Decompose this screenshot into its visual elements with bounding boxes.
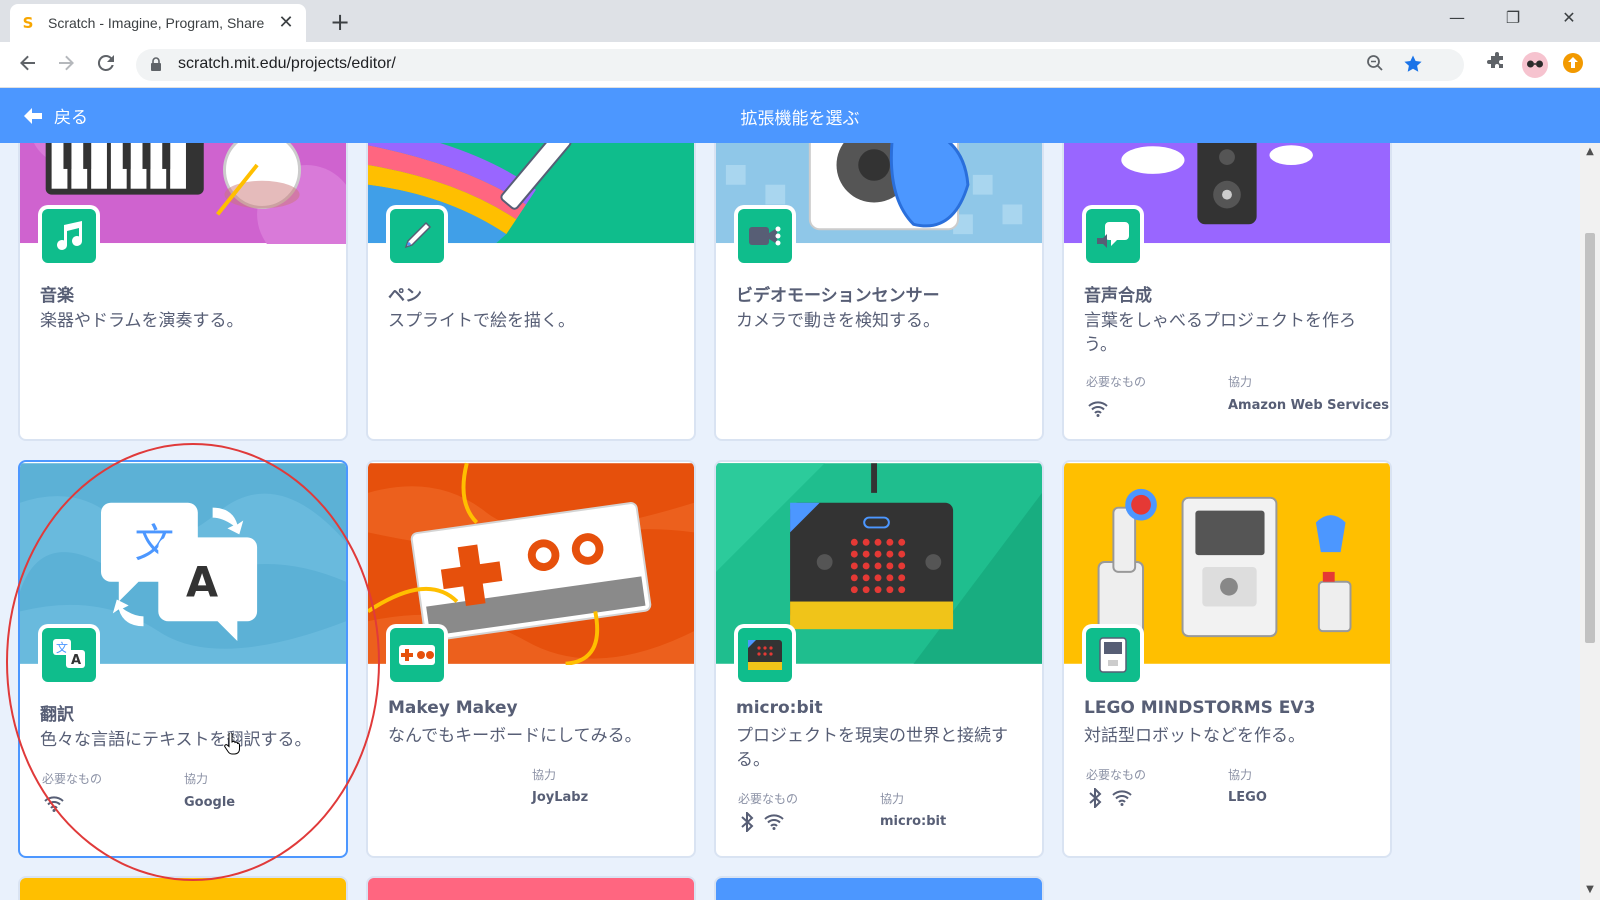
card-description: 楽器やドラムを演奏する。 — [40, 311, 244, 331]
browser-toolbar: scratch.mit.edu/projects/editor/ — [0, 42, 1600, 88]
scratch-favicon-icon: S — [22, 14, 34, 32]
extension-card-pen[interactable]: ペン スプライトで絵を描く。 — [366, 143, 696, 441]
music-note-icon — [38, 205, 100, 267]
extension-card-partial[interactable] — [18, 876, 348, 900]
requires-label: 必要なもの — [738, 792, 799, 806]
extension-card-makey-makey[interactable]: Makey Makey なんでもキーボードにしてみる。 協力 JoyLabz — [366, 460, 696, 858]
extension-card-partial[interactable] — [714, 876, 1044, 900]
extension-grid: 音楽 楽器やドラムを演奏する。 ペン スプライトで絵を描く。 ビデオモーションセ… — [0, 143, 1580, 900]
extension-card-microbit[interactable]: micro:bit プロジェクトを現実の世界と接続する。 必要なもの 協力 mi… — [714, 460, 1044, 858]
scroll-down-icon[interactable]: ▼ — [1584, 885, 1596, 895]
collaboration-label: 協力 — [184, 772, 209, 786]
collaborator-name: Google — [184, 795, 236, 810]
card-title: LEGO MINDSTORMS EV3 — [1084, 698, 1316, 718]
card-description: 対話型ロボットなどを作る。 — [1084, 726, 1305, 746]
collaborator-name: LEGO — [1228, 790, 1267, 805]
extension-card-text-to-speech[interactable]: 音声合成 言葉をしゃべるプロジェクトを作ろう。 必要なもの 協力 Amazon … — [1062, 143, 1392, 441]
tab-bar: S Scratch - Imagine, Program, Share ✕ + … — [0, 0, 1600, 42]
tab-close-icon[interactable]: ✕ — [276, 13, 296, 33]
card-description: 色々な言語にテキストを翻訳する。 — [40, 730, 312, 750]
card-description: 言葉をしゃべるプロジェクトを作ろう。 — [1084, 311, 1356, 355]
wifi-icon — [764, 814, 784, 830]
extension-card-video-sensing[interactable]: ビデオモーションセンサー カメラで動きを検知する。 — [714, 143, 1044, 441]
card-title: Makey Makey — [388, 698, 518, 718]
collaboration-label: 協力 — [1228, 375, 1253, 389]
collaboration-label: 協力 — [880, 792, 905, 806]
browser-tab[interactable]: S Scratch - Imagine, Program, Share ✕ — [10, 4, 306, 42]
window-restore-button[interactable]: ❐ — [1498, 6, 1528, 30]
collaborator-name: micro:bit — [880, 814, 947, 829]
forward-nav-icon[interactable] — [52, 51, 80, 79]
extension-card-lego-ev3[interactable]: LEGO MINDSTORMS EV3 対話型ロボットなどを作る。 必要なもの … — [1062, 460, 1392, 858]
profile-avatar-icon[interactable] — [1522, 52, 1548, 78]
tab-title: Scratch - Imagine, Program, Share — [48, 15, 265, 31]
card-description: カメラで動きを検知する。 — [736, 311, 940, 331]
card-title: 音声合成 — [1084, 286, 1152, 306]
lock-icon — [151, 57, 161, 71]
back-nav-icon[interactable] — [14, 51, 42, 79]
scroll-up-icon[interactable]: ▲ — [1584, 147, 1596, 157]
bluetooth-icon — [1089, 788, 1102, 808]
extensions-puzzle-icon[interactable] — [1484, 52, 1510, 78]
card-title: 音楽 — [40, 286, 74, 306]
update-icon[interactable] — [1560, 52, 1586, 78]
extension-card-translate[interactable]: 文 A 文A 翻訳 色々な言語にテキストを翻訳する。 必要なもの 協力 Goog… — [18, 460, 348, 858]
extension-card-music[interactable]: 音楽 楽器やドラムを演奏する。 — [18, 143, 348, 441]
card-description: スプライトで絵を描く。 — [388, 311, 575, 331]
wifi-icon — [1088, 401, 1108, 417]
ev3-icon — [1082, 624, 1144, 686]
card-description: プロジェクトを現実の世界と接続する。 — [736, 726, 1008, 770]
collaboration-label: 協力 — [1228, 768, 1253, 782]
video-camera-icon — [734, 205, 796, 267]
card-description: なんでもキーボードにしてみる。 — [388, 726, 642, 746]
pen-icon — [386, 205, 448, 267]
window-close-button[interactable]: ✕ — [1554, 6, 1584, 30]
page-scrollbar[interactable]: ▲ ▼ — [1580, 143, 1600, 900]
card-title: ペン — [388, 286, 422, 306]
translate-icon: 文A — [38, 624, 100, 686]
zoom-icon[interactable] — [1364, 54, 1386, 76]
microbit-icon — [734, 624, 796, 686]
svg-text:A: A — [186, 558, 218, 607]
bookmark-star-icon[interactable] — [1402, 54, 1424, 76]
collaborator-name: Amazon Web Services — [1228, 398, 1389, 413]
scroll-thumb[interactable] — [1585, 233, 1595, 643]
page-title: 拡張機能を選ぶ — [740, 109, 860, 129]
new-tab-button[interactable]: + — [326, 8, 354, 36]
url-text: scratch.mit.edu/projects/editor/ — [178, 55, 396, 72]
address-bar[interactable]: scratch.mit.edu/projects/editor/ — [136, 49, 1464, 81]
extension-card-partial[interactable] — [366, 876, 696, 900]
collaborator-name: JoyLabz — [532, 790, 589, 805]
hand-cursor-icon — [224, 733, 240, 755]
card-title: micro:bit — [736, 698, 823, 718]
extension-library-header: 戻る 拡張機能を選ぶ — [0, 88, 1600, 143]
requires-label: 必要なもの — [42, 772, 103, 786]
card-title: 翻訳 — [40, 705, 74, 725]
window-minimize-button[interactable]: — — [1442, 6, 1472, 30]
wifi-icon — [1112, 790, 1132, 806]
svg-text:A: A — [71, 653, 81, 668]
reload-icon[interactable] — [92, 51, 120, 79]
bluetooth-icon — [741, 812, 754, 832]
collaboration-label: 協力 — [532, 768, 557, 782]
requires-label: 必要なもの — [1086, 768, 1147, 782]
wifi-icon — [44, 796, 64, 812]
requires-label: 必要なもの — [1086, 375, 1147, 389]
makey-makey-icon — [386, 624, 448, 686]
speech-bubble-icon — [1082, 205, 1144, 267]
card-title: ビデオモーションセンサー — [736, 286, 940, 306]
